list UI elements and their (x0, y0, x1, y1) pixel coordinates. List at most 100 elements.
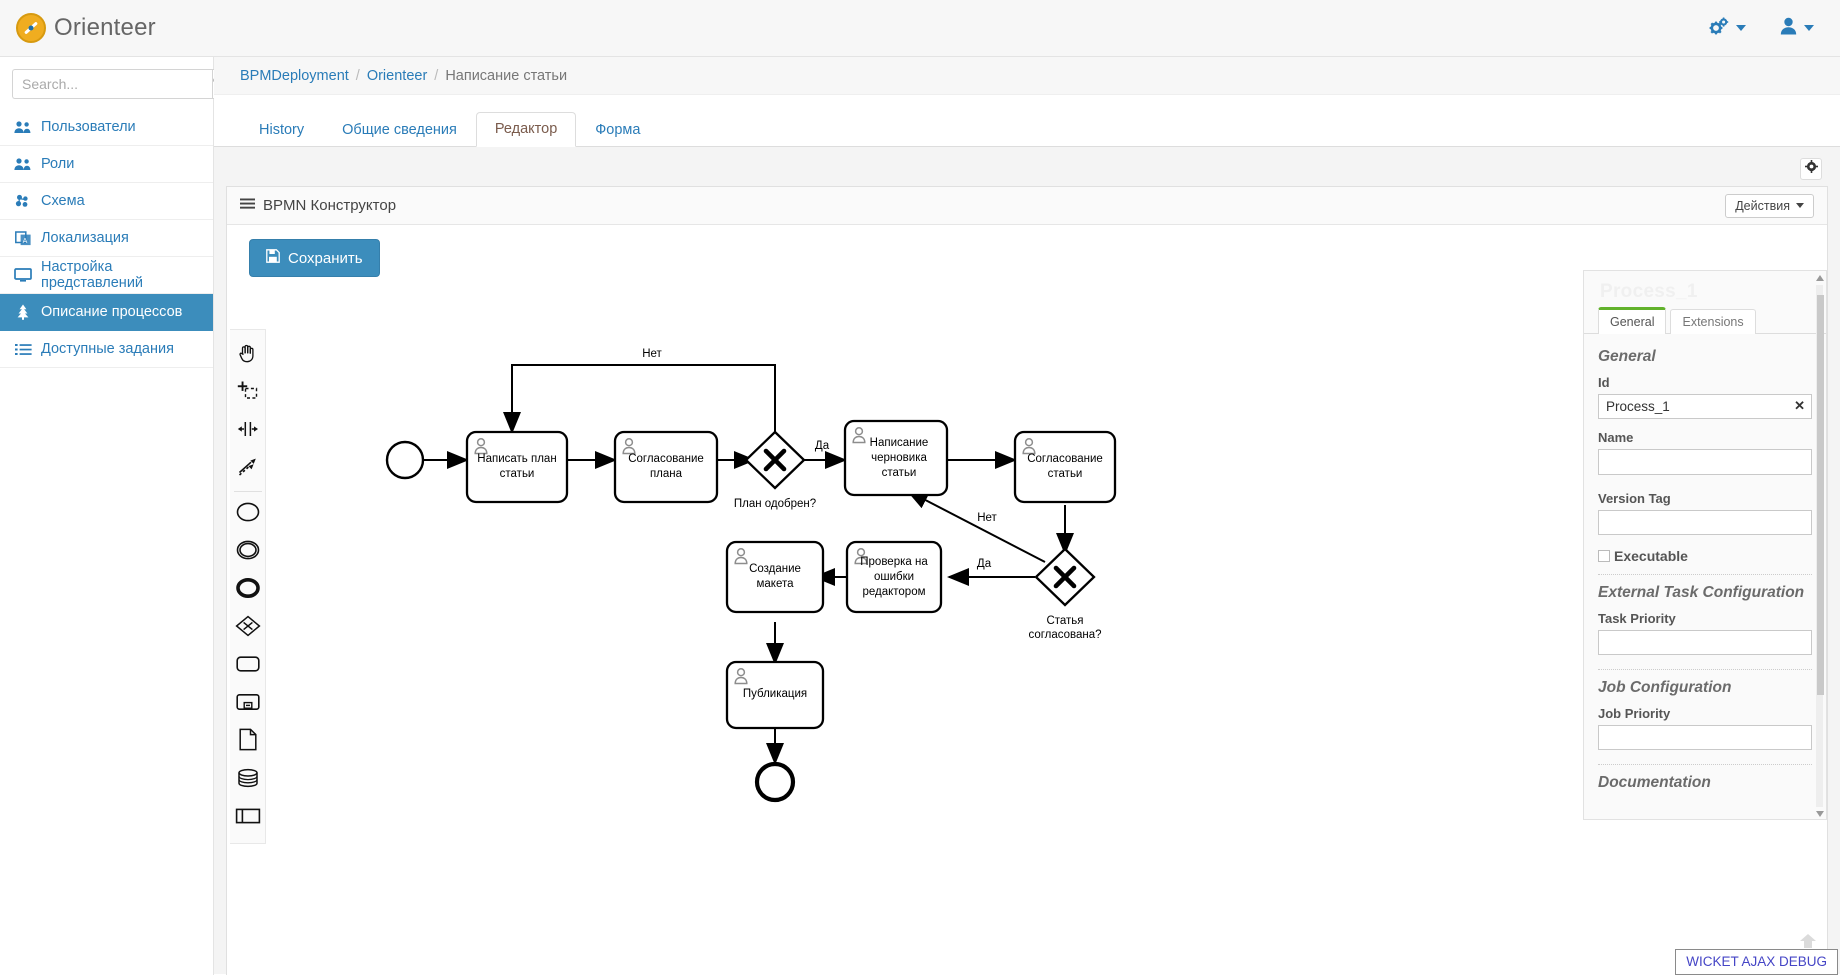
name-field[interactable] (1598, 449, 1812, 475)
breadcrumb-item-orienteer[interactable]: Orienteer (367, 68, 427, 84)
id-field[interactable] (1598, 394, 1812, 419)
bpmn-task-1[interactable]: Написать план статьи (465, 430, 569, 504)
bpmn-gateway-2[interactable]: Статья согласована? (1028, 547, 1102, 641)
version-tag-field[interactable] (1598, 510, 1812, 535)
sitemap-icon (14, 194, 32, 208)
gear-icon (1804, 160, 1818, 178)
clear-x-icon[interactable]: ✕ (1794, 398, 1805, 414)
card-title: BPMN Конструктор (240, 197, 396, 214)
list-icon (14, 343, 32, 356)
bpmn-start-event[interactable] (385, 440, 425, 480)
sidebar-item-roles[interactable]: Роли (0, 146, 213, 183)
user-menu-button[interactable] (1780, 17, 1814, 40)
divider (1598, 574, 1812, 575)
breadcrumb-separator: / (434, 67, 439, 84)
tree-icon (14, 304, 32, 320)
flow-label-gw1-no: Нет (642, 348, 662, 360)
properties-title: Process_1 (1600, 281, 1698, 302)
executable-row[interactable]: Executable (1598, 548, 1812, 564)
flow-label-gw2-yes: Да (977, 558, 992, 570)
caret-down-icon (1736, 25, 1746, 31)
task-priority-field[interactable] (1598, 630, 1812, 655)
actions-label: Действия (1735, 198, 1790, 213)
svg-text:согласована?: согласована? (1028, 629, 1101, 641)
bpmn-task-2[interactable]: Согласование плана (613, 430, 719, 504)
card-header: BPMN Конструктор Действия (227, 187, 1827, 225)
breadcrumb-item-current: Написание статьи (445, 67, 568, 84)
section-job-config-heading: Job Configuration (1598, 679, 1732, 696)
sidebar-item-views[interactable]: Настройка представлений (0, 257, 213, 294)
bpmn-editor-card: BPMN Конструктор Действия Сохранить Напи… (226, 186, 1828, 975)
bpmn-gateway-1[interactable]: План одобрен? (734, 430, 816, 510)
properties-panel: Process_1 General Extensions General Id … (1583, 270, 1827, 820)
search-box (0, 57, 229, 109)
scroll-up-arrow-icon[interactable] (1815, 275, 1824, 281)
actions-dropdown-button[interactable]: Действия (1725, 193, 1814, 218)
sidebar-item-available-tasks[interactable]: Доступные задания (0, 331, 213, 368)
svg-text:Создание: Создание (749, 563, 801, 575)
sidebar-item-label: Локализация (41, 230, 129, 246)
bpmn-diagram[interactable]: Написать план статьи Согласование плана (227, 265, 1527, 975)
bpmn-task-4[interactable]: Согласование статьи (1013, 430, 1117, 504)
bpmn-end-event[interactable] (754, 761, 796, 803)
bpmn-task-6[interactable]: Создание макета (725, 540, 825, 614)
tab-general-info[interactable]: Общие сведения (323, 113, 476, 147)
executable-checkbox[interactable] (1598, 550, 1610, 562)
scrollbar-thumb[interactable] (1817, 295, 1824, 695)
sidebar-item-users[interactable]: Пользователи (0, 109, 213, 146)
job-priority-field[interactable] (1598, 725, 1812, 750)
properties-tab-bar: General Extensions (1584, 306, 1826, 334)
tab-extensions[interactable]: Extensions (1670, 309, 1756, 334)
sidebar-item-process-description[interactable]: Описание процессов (0, 294, 213, 331)
properties-scrollbar[interactable] (1815, 275, 1824, 817)
sidebar: Пользователи Роли Схема (0, 57, 229, 975)
scroll-down-arrow-icon[interactable] (1816, 811, 1824, 817)
svg-text:статьи: статьи (1048, 468, 1083, 480)
sidebar-item-label: Доступные задания (41, 341, 174, 357)
svg-text:статьи: статьи (882, 467, 917, 479)
sidebar-item-label: Настройка представлений (41, 259, 144, 291)
breadcrumb-item-deployment[interactable]: BPMDeployment (240, 68, 349, 84)
job-priority-label: Job Priority (1598, 706, 1671, 721)
bpmn-task-7[interactable]: Публикация (725, 660, 825, 730)
flow-label-gw2-no: Нет (977, 512, 997, 524)
sidebar-item-label: Пользователи (41, 119, 136, 135)
sidebar-item-schema[interactable]: Схема (0, 183, 213, 220)
caret-down-icon (1796, 203, 1804, 208)
wicket-ajax-debug-button[interactable]: WICKET AJAX DEBUG (1675, 949, 1838, 975)
executable-label: Executable (1614, 548, 1688, 564)
sidebar-item-label: Схема (41, 193, 85, 209)
svg-text:Написать план: Написать план (477, 453, 556, 465)
sidebar-item-localization[interactable]: A Локализация (0, 220, 213, 257)
main-content: BPMDeployment / Orienteer / Написание ст… (214, 57, 1840, 975)
tab-editor[interactable]: Редактор (475, 112, 577, 147)
svg-text:ошибки: ошибки (874, 571, 914, 583)
language-icon: A (14, 230, 32, 246)
bpmn-task-5[interactable]: Проверка на ошибки редактором (845, 540, 943, 614)
divider (1598, 669, 1812, 670)
user-icon (1780, 17, 1797, 40)
section-external-task-heading: External Task Configuration (1598, 584, 1805, 601)
scroll-to-top-icon[interactable] (1799, 933, 1817, 949)
save-label: Сохранить (288, 249, 363, 267)
name-label: Name (1598, 430, 1634, 445)
brand[interactable]: Orienteer (0, 0, 250, 57)
divider (1598, 764, 1812, 765)
top-bar-right (1709, 17, 1840, 40)
caret-down-icon (1804, 25, 1814, 31)
settings-menu-button[interactable] (1709, 17, 1746, 40)
desktop-icon (14, 268, 32, 282)
panel-settings-button[interactable] (1800, 158, 1822, 180)
bars-icon (240, 197, 255, 214)
flow-label-gw1-yes: Да (815, 440, 830, 452)
search-input[interactable] (12, 69, 212, 99)
users-icon (14, 157, 32, 171)
tab-history[interactable]: History (240, 113, 323, 147)
svg-text:A: A (22, 238, 27, 245)
tab-form[interactable]: Форма (576, 113, 659, 147)
bpmn-task-3[interactable]: Написание черновика статьи (843, 419, 949, 497)
scrollbar-track[interactable] (1816, 285, 1824, 807)
svg-text:Согласование: Согласование (628, 453, 704, 465)
tab-general[interactable]: General (1598, 307, 1667, 334)
panel-toolbar (226, 158, 1828, 182)
